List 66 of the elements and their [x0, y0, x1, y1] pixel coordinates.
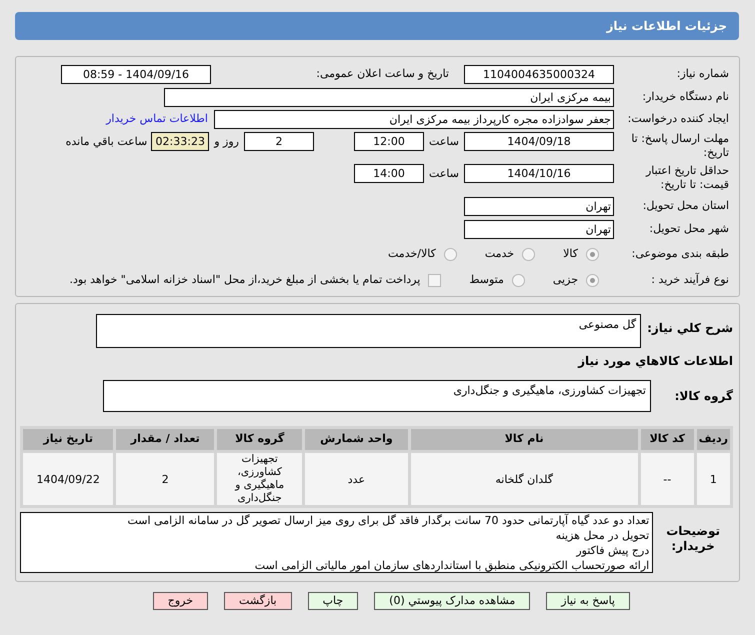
- field-label: نوع فرآیند خرید :: [650, 272, 729, 288]
- field-label: ساعت باقي مانده: [66, 134, 148, 150]
- field-label: تاریخ و ساعت اعلان عمومی:: [315, 66, 449, 82]
- table-cell: 1404/09/22: [22, 452, 115, 506]
- action-button[interactable]: بازگشت: [224, 592, 292, 610]
- radio-button[interactable]: [522, 248, 536, 260]
- value-field[interactable]: 14:00: [354, 164, 424, 183]
- radio-button[interactable]: [512, 274, 525, 286]
- value-field[interactable]: 1104004635000324: [464, 64, 614, 84]
- radio-button[interactable]: [586, 274, 599, 286]
- field-label: شماره نیاز:: [676, 66, 729, 82]
- checkbox[interactable]: [428, 274, 442, 286]
- field-label: مهلت ارسال پاسخ: تا تاریخ:: [630, 132, 729, 160]
- field-label: ساعت: [428, 166, 460, 182]
- field-label: شرح کلي نياز:: [647, 320, 733, 337]
- section-heading: اطلاعات کالاهاي مورد نياز: [576, 353, 733, 370]
- column-header: ردیف: [695, 428, 732, 452]
- value-field[interactable]: بیمه مرکزی ایران: [164, 88, 614, 106]
- radio-label: جزیی: [552, 272, 578, 288]
- field-label: نام دستگاه خریدار:: [641, 88, 729, 105]
- field-label: شهر محل تحویل:: [648, 220, 729, 237]
- value-field[interactable]: جعفر سوادزاده مجره کارپرداز بیمه مرکزی ایران: [214, 110, 614, 129]
- value-field[interactable]: 1404/09/18: [464, 132, 614, 151]
- value-field[interactable]: تهران: [464, 196, 614, 216]
- radio-label: خدمت: [484, 246, 514, 262]
- field-label: طبقه بندی موضوعی:: [630, 246, 729, 262]
- field-label: استان محل تحویل:: [642, 198, 729, 214]
- note-line: تعداد دو عدد گیاه آپارتمانی حدود 70 سانت برگدار فاقد گل برای روی میز ارسال تصویر گل در سامانه الزامی است: [126, 513, 650, 528]
- column-header: واحد شمارش: [304, 428, 410, 452]
- value-field[interactable]: 1404/10/16: [464, 164, 614, 183]
- action-button[interactable]: مشاهده مدارک پیوستي (0): [374, 592, 530, 610]
- field-label: گروه کالا:: [674, 388, 733, 405]
- value-field[interactable]: 2: [244, 132, 314, 151]
- value-field[interactable]: 12:00: [354, 132, 424, 151]
- remaining-time: 02:33:23: [151, 132, 210, 151]
- note-line: ارائه صورتحساب الکترونیکی منطبق با استانداردهای سازمان امور مالیاتی الزامی است: [254, 558, 650, 573]
- column-header: نام کالا: [409, 428, 640, 452]
- field-label: توضیحات خریدار:: [665, 523, 721, 554]
- contact-link[interactable]: اطلاعات تماس خریدار: [106, 111, 208, 128]
- action-button[interactable]: چاپ: [308, 592, 358, 610]
- page-title: جزئیات اطلاعات نیاز: [15, 12, 739, 40]
- field-label: روز و: [212, 134, 240, 150]
- table-cell: 2: [114, 452, 216, 506]
- value-field[interactable]: تهران: [464, 220, 614, 238]
- note-line: درج پیش فاکتور: [574, 543, 650, 558]
- action-button[interactable]: خروج: [152, 592, 208, 610]
- checkbox-label: پرداخت تمام یا بخشی از مبلغ خرید،از محل "اسناد خزانه اسلامی" خواهد بود.: [70, 272, 420, 288]
- note-line: تحویل در محل هزینه: [554, 528, 650, 543]
- value-field[interactable]: 1404/09/16 - 08:59: [61, 64, 211, 84]
- table-cell: عدد: [304, 452, 410, 506]
- field-label: حداقل تاریخ اعتبار قیمت: تا تاریخ:: [644, 164, 729, 192]
- field-label: ساعت: [428, 134, 460, 150]
- table-cell: تجهیزات کشاورزی، ماهیگیری و جنگل‌داری: [216, 452, 304, 506]
- table-cell: --: [639, 452, 696, 506]
- field-label: ایجاد کننده درخواست:: [626, 111, 729, 128]
- table-cell: گلدان گلخانه: [409, 452, 640, 506]
- radio-button[interactable]: [586, 248, 599, 260]
- description-textarea[interactable]: گل مصنوعی: [96, 314, 642, 348]
- radio-label: کالا/خدمت: [388, 246, 436, 262]
- radio-button[interactable]: [444, 248, 457, 260]
- table-cell: 1: [695, 452, 732, 506]
- goods-group-textarea[interactable]: تجهیزات کشاورزی، ماهیگیری و جنگل‌داری: [103, 380, 651, 412]
- buyer-notes-textarea[interactable]: [20, 512, 654, 573]
- radio-label: متوسط: [469, 272, 504, 288]
- radio-label: کالا: [563, 246, 578, 262]
- action-button[interactable]: پاسخ به نیاز: [546, 592, 630, 610]
